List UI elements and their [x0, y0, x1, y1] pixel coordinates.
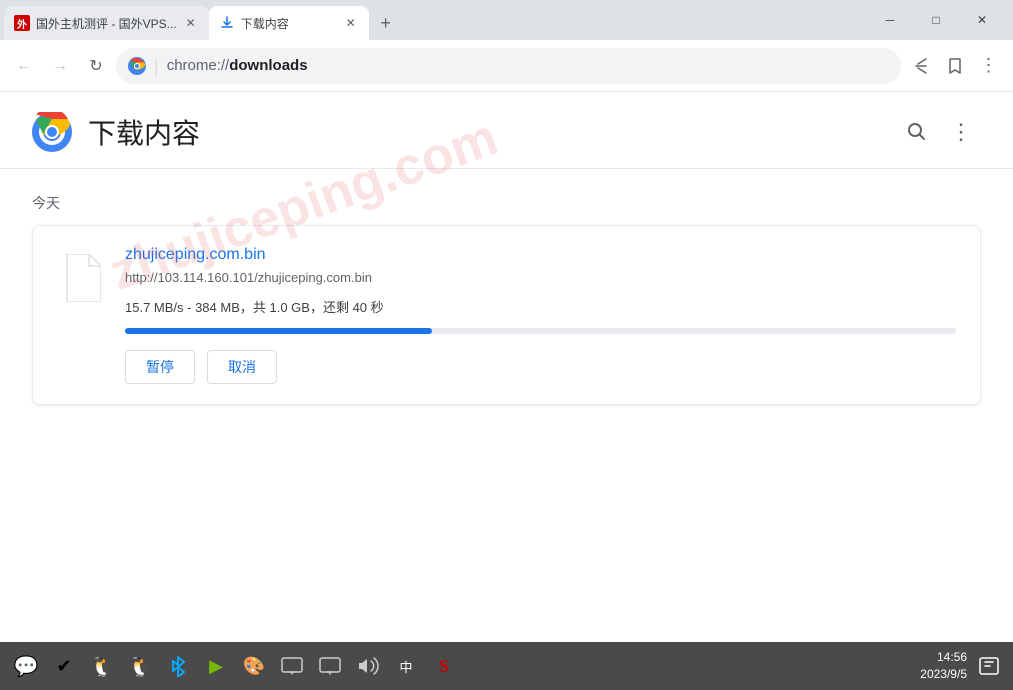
notification-button[interactable] [973, 650, 1005, 682]
back-button[interactable]: ← [8, 50, 40, 82]
close-button[interactable]: ✕ [959, 4, 1005, 36]
qq-taskbar-icon[interactable]: 🐧 [84, 648, 120, 684]
address-bar[interactable]: | chrome://downloads [116, 48, 901, 84]
tab-2[interactable]: 下载内容 ✕ [209, 6, 369, 40]
header-actions: ⋮ [897, 112, 981, 152]
bluetooth-icon [169, 655, 187, 677]
check-icon: ✔ [56, 656, 71, 677]
tab-strip: 外 国外主机测评 - 国外VPS... ✕ 下载内容 ✕ + [0, 0, 867, 40]
share-button[interactable] [905, 50, 937, 82]
new-tab-button[interactable]: + [369, 6, 403, 40]
tab1-close-button[interactable]: ✕ [183, 15, 199, 31]
wechat-taskbar-icon[interactable]: 💬 [8, 648, 44, 684]
display2-icon [319, 657, 341, 675]
date-display: 2023/9/5 [920, 666, 967, 683]
color-taskbar-icon[interactable]: 🎨 [236, 648, 272, 684]
cancel-button[interactable]: 取消 [207, 350, 277, 384]
tab2-favicon [219, 15, 235, 31]
volume-icon [357, 656, 379, 676]
chrome-logo-large-icon [32, 112, 72, 152]
lang-icon: 中 [399, 657, 412, 676]
section-today-label: 今天 [32, 193, 981, 213]
address-separator: | [154, 57, 159, 75]
toolbar: ← → ↻ | chrome://downloads [0, 40, 1013, 92]
display2-taskbar-icon[interactable] [312, 648, 348, 684]
downloads-header: 下载内容 ⋮ [0, 92, 1013, 169]
taskbar-time[interactable]: 14:56 2023/9/5 [920, 649, 967, 683]
tab1-favicon: 外 [14, 15, 30, 31]
nvidia-icon: ▶ [209, 656, 223, 677]
bluetooth-taskbar-icon[interactable] [160, 648, 196, 684]
maximize-button[interactable]: □ [913, 4, 959, 36]
search-icon [906, 121, 928, 143]
file-icon [57, 250, 105, 306]
todo-taskbar-icon[interactable]: ✔ [46, 648, 82, 684]
chrome-menu-button[interactable]: ⋮ [973, 50, 1005, 82]
page-title: 下载内容 [88, 112, 200, 152]
toolbar-actions: ⋮ [905, 50, 1005, 82]
tab2-title: 下载内容 [241, 15, 337, 32]
chrome-logo-icon [128, 57, 146, 75]
tab2-close-button[interactable]: ✕ [343, 15, 359, 31]
downloads-body: 今天 zhujiceping.com.bin http://103.114.16… [0, 169, 1013, 429]
download-filename[interactable]: zhujiceping.com.bin [125, 246, 956, 264]
qq-icon: 🐧 [90, 654, 115, 679]
address-protocol: chrome:// [167, 57, 230, 74]
file-svg-icon [61, 254, 101, 302]
download-item: zhujiceping.com.bin http://103.114.160.1… [32, 225, 981, 405]
progress-bar-fill [125, 328, 432, 334]
taskbar-right: 14:56 2023/9/5 [920, 649, 1005, 683]
nvidia-taskbar-icon[interactable]: ▶ [198, 648, 234, 684]
tab1-title: 国外主机测评 - 国外VPS... [36, 15, 177, 32]
pause-button[interactable]: 暂停 [125, 350, 195, 384]
more-dots-icon: ⋮ [980, 55, 999, 76]
page-content: 下载内容 ⋮ zhujiceping.com 今天 [0, 92, 1013, 642]
refresh-button[interactable]: ↻ [80, 50, 112, 82]
more-options-icon: ⋮ [950, 119, 972, 145]
search-button[interactable] [897, 112, 937, 152]
address-path: downloads [229, 57, 307, 74]
forward-button[interactable]: → [44, 50, 76, 82]
download-url: http://103.114.160.101/zhujiceping.com.b… [125, 270, 956, 285]
progress-bar-container [125, 328, 956, 334]
tab-1[interactable]: 外 国外主机测评 - 国外VPS... ✕ [4, 6, 209, 40]
more-options-button[interactable]: ⋮ [941, 112, 981, 152]
bookmark-button[interactable] [939, 50, 971, 82]
download-status: 15.7 MB/s - 384 MB，共 1.0 GB，还剩 40 秒 [125, 297, 956, 316]
title-bar: 外 国外主机测评 - 国外VPS... ✕ 下载内容 ✕ + ─ □ ✕ [0, 0, 1013, 40]
taskbar: 💬 ✔ 🐧 🐧 ▶ 🎨 [0, 642, 1013, 690]
lang-taskbar-icon[interactable]: 中 [388, 648, 424, 684]
color-icon: 🎨 [243, 656, 265, 677]
display-taskbar-icon[interactable] [274, 648, 310, 684]
taskbar-icons: 💬 ✔ 🐧 🐧 ▶ 🎨 [8, 648, 916, 684]
bookmark-icon [946, 57, 964, 75]
address-text: chrome://downloads [167, 57, 308, 74]
download-info: zhujiceping.com.bin http://103.114.160.1… [125, 246, 956, 384]
share-icon [912, 57, 930, 75]
wps-icon: S [439, 656, 449, 677]
qq2-taskbar-icon[interactable]: 🐧 [122, 648, 158, 684]
volume-taskbar-icon[interactable] [350, 648, 386, 684]
wechat-icon: 💬 [14, 654, 39, 679]
minimize-button[interactable]: ─ [867, 4, 913, 36]
download-actions: 暂停 取消 [125, 350, 956, 384]
notification-icon [978, 655, 1000, 677]
display-icon [281, 657, 303, 675]
wps-taskbar-icon[interactable]: S [426, 648, 462, 684]
time-display: 14:56 [920, 649, 967, 666]
window-controls: ─ □ ✕ [867, 0, 1013, 40]
qq2-icon: 🐧 [128, 654, 153, 679]
